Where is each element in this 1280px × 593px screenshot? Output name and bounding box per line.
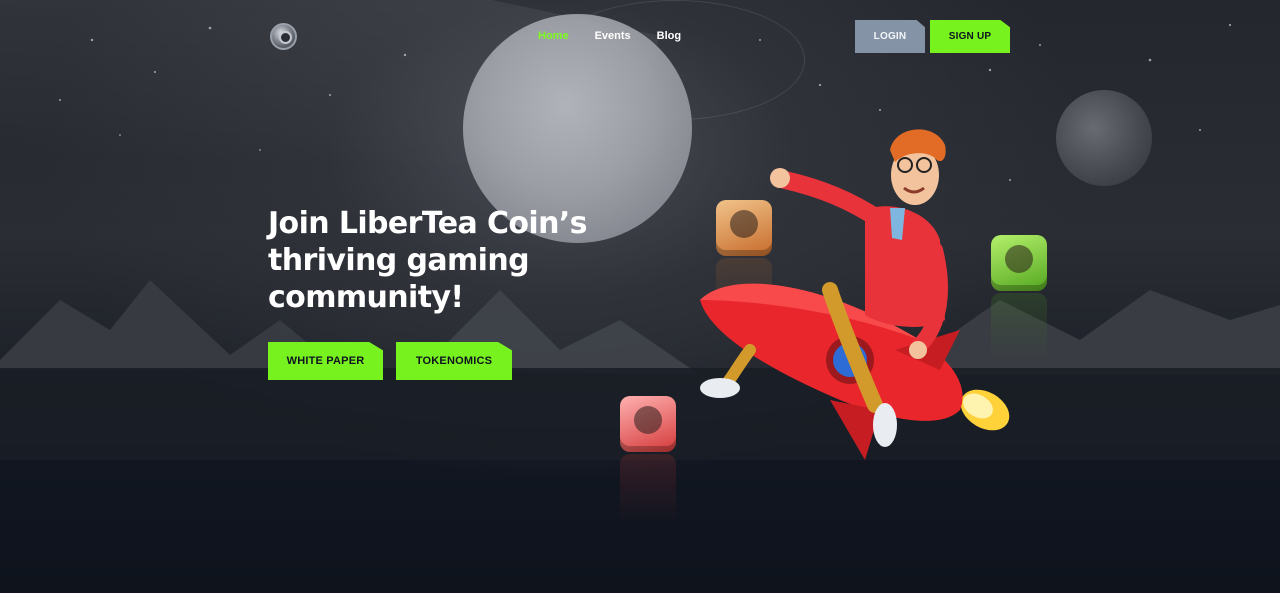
hero-title: Join LiberTea Coin’s thriving gaming com… [268, 205, 628, 316]
login-button[interactable]: LOGIN [855, 20, 925, 53]
signup-button[interactable]: SIGN UP [930, 20, 1010, 53]
small-moon-illustration [1056, 90, 1152, 186]
fighter-game-cube-icon [620, 396, 676, 452]
nav-link-home[interactable]: Home [538, 30, 569, 42]
hero-title-line-3: community! [268, 280, 464, 315]
landing-page: Home Events Blog LOGIN SIGN UP Join Libe… [0, 0, 1280, 593]
hero-title-line-2: thriving gaming [268, 243, 530, 278]
rocket-rider-illustration [700, 129, 1010, 460]
nav-link-events[interactable]: Events [595, 30, 631, 42]
tokenomics-button[interactable]: TOKENOMICS [396, 342, 512, 380]
hero-title-line-1: Join LiberTea Coin’s [268, 206, 588, 241]
coin-logo-icon[interactable] [270, 23, 297, 50]
cube-character [634, 406, 662, 434]
cube-reflection [620, 454, 676, 524]
main-navigation: Home Events Blog [538, 30, 681, 42]
nav-link-blog[interactable]: Blog [657, 30, 681, 42]
white-paper-button[interactable]: WHITE PAPER [268, 342, 383, 380]
